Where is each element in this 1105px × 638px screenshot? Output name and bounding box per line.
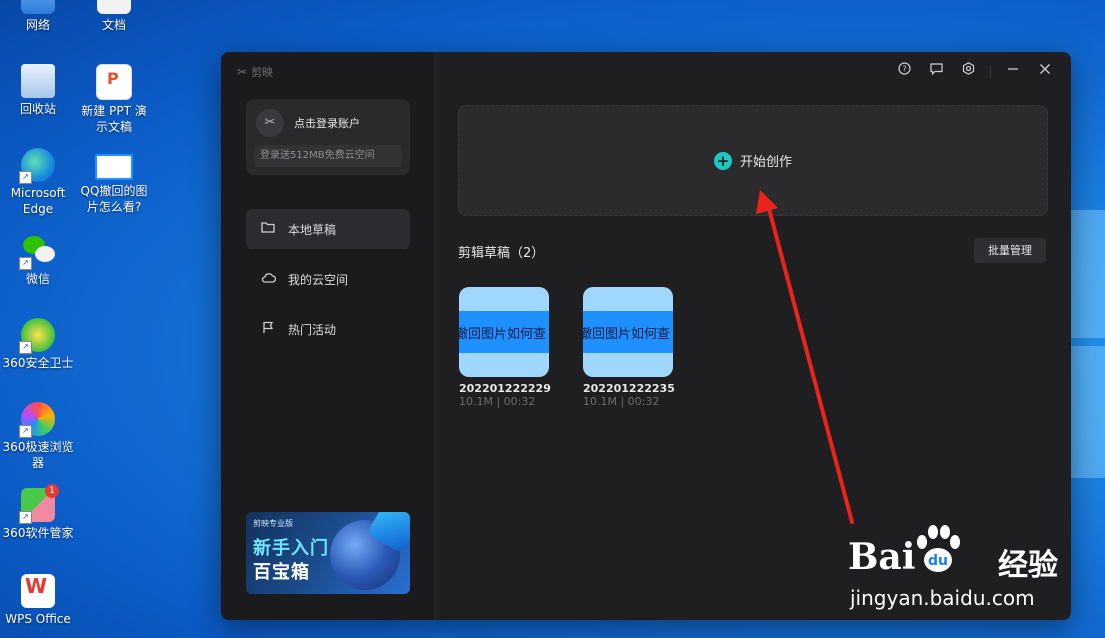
- nav-item-label: 我的云空间: [288, 272, 349, 287]
- nav-item-label: 热门活动: [288, 322, 337, 337]
- jianying-logo-icon: ✂: [237, 65, 248, 79]
- settings-icon[interactable]: [952, 62, 984, 82]
- desktop-icon-label: 360安全卫士: [2, 356, 74, 370]
- draft-meta: 10.1M | 00:32: [459, 395, 536, 408]
- desktop-icon-label: 新建 PPT 演示文稿: [81, 104, 147, 134]
- logo-pane-top: [1065, 210, 1105, 338]
- close-icon[interactable]: [1029, 62, 1061, 82]
- desktop-icon-wps[interactable]: W WPS Office: [0, 574, 76, 627]
- sidebar: ✂ 剪映 ✂ 点击登录账户 登录送512MB免费云空间 本地草稿 我的云空间 热…: [221, 52, 436, 620]
- baidu-paw-logo-icon: du: [917, 525, 960, 572]
- windows-logo-decoration: [1065, 210, 1105, 480]
- desktop-icon-recycle-bin[interactable]: 回收站: [0, 64, 76, 117]
- banner-title-line1: 新手入门: [253, 538, 329, 559]
- edge-browser-icon: ↗: [19, 148, 55, 184]
- baidu-jingyan-watermark: du Bai 经验 jingyan.baidu.com: [848, 518, 1098, 618]
- minimize-icon[interactable]: [997, 62, 1029, 82]
- help-icon[interactable]: ?: [888, 62, 920, 82]
- cloud-icon: [260, 272, 276, 287]
- avatar-icon[interactable]: ✂: [256, 109, 284, 137]
- shortcut-arrow-icon: ↗: [19, 341, 32, 354]
- desktop-icon-360-security[interactable]: ↗ 360安全卫士: [0, 318, 76, 371]
- account-card[interactable]: ✂ 点击登录账户 登录送512MB免费云空间: [246, 99, 410, 175]
- beginner-guide-banner[interactable]: 剪映专业版 新手入门 百宝箱: [246, 512, 410, 594]
- network-icon: [21, 0, 55, 14]
- notification-badge: 1: [45, 484, 59, 498]
- draft-meta: 10.1M | 00:32: [583, 395, 660, 408]
- login-link[interactable]: 点击登录账户: [294, 115, 360, 131]
- desktop-icon-360-browser[interactable]: ↗ 360极速浏览器: [0, 402, 76, 471]
- desktop-icon-documents[interactable]: 文档: [76, 0, 152, 33]
- flag-icon: [260, 321, 276, 338]
- shortcut-arrow-icon: ↗: [19, 511, 32, 524]
- desktop-icon-wechat[interactable]: ↗ 微信: [0, 234, 76, 287]
- wechat-icon: ↗: [19, 234, 55, 270]
- draft-name: 202201222229: [459, 382, 551, 395]
- draft-name: 202201222235: [583, 382, 675, 395]
- desktop-icon-label: 微信: [25, 272, 50, 286]
- nav-item-hot-events[interactable]: 热门活动: [246, 309, 410, 349]
- watermark-url: jingyan.baidu.com: [850, 586, 1035, 610]
- svg-text:?: ?: [902, 65, 906, 74]
- image-file-icon: [95, 154, 133, 180]
- desktop-icon-label: Microsoft Edge: [10, 186, 66, 216]
- draft-card[interactable]: 撤回图片如何查 202201222229 10.1M | 00:32: [459, 287, 569, 408]
- 360-browser-icon: ↗: [19, 402, 55, 438]
- watermark-brand: Bai: [848, 536, 916, 578]
- nav-item-local-drafts[interactable]: 本地草稿: [246, 209, 410, 249]
- desktop-icon-360-software[interactable]: 1 ↗ 360软件管家: [0, 484, 76, 541]
- 360-security-icon: ↗: [19, 318, 55, 354]
- nav-item-label: 本地草稿: [288, 222, 337, 237]
- window-toolbar: ?: [888, 62, 1061, 82]
- desktop-icon-edge[interactable]: ↗ Microsoft Edge: [0, 148, 76, 217]
- desktop-icon-qq-image[interactable]: QQ撤回的图片怎么看?: [76, 148, 152, 215]
- feedback-icon[interactable]: [920, 62, 952, 82]
- wps-office-icon: W: [21, 574, 55, 608]
- watermark-brand-cn: 经验: [998, 548, 1058, 583]
- drafts-section-title: 剪辑草稿（2）: [458, 246, 545, 261]
- start-creating-button[interactable]: + 开始创作: [458, 105, 1048, 216]
- thumbnail-text: 撤回图片如何查: [583, 327, 671, 342]
- shortcut-arrow-icon: ↗: [19, 257, 32, 270]
- desktop-icon-label: WPS Office: [5, 612, 71, 626]
- desktop-icon-label: 回收站: [19, 102, 56, 116]
- desktop-icon-label: 360软件管家: [2, 526, 74, 540]
- recycle-bin-icon: [21, 64, 55, 98]
- 360-software-manager-icon: 1 ↗: [19, 484, 59, 524]
- batch-manage-button[interactable]: 批量管理: [974, 238, 1046, 263]
- desktop-icon-new-ppt[interactable]: P 新建 PPT 演示文稿: [76, 64, 152, 135]
- shortcut-arrow-icon: ↗: [19, 171, 32, 184]
- app-brand: ✂ 剪映: [237, 64, 273, 80]
- desktop-icon-network[interactable]: 网络: [0, 0, 76, 33]
- toolbar-divider: [990, 66, 991, 78]
- desktop-icon-label: 360极速浏览器: [2, 440, 74, 470]
- draft-thumbnail[interactable]: 撤回图片如何查: [583, 287, 673, 377]
- shortcut-arrow-icon: ↗: [19, 425, 32, 438]
- desktop-icon-label: 文档: [101, 18, 126, 32]
- desktop-icon-label: 网络: [25, 18, 50, 32]
- cloud-promo[interactable]: 登录送512MB免费云空间: [254, 145, 402, 167]
- document-icon: [97, 0, 131, 14]
- plus-icon: +: [713, 151, 732, 170]
- ppt-file-icon: P: [96, 64, 132, 100]
- app-brand-label: 剪映: [251, 66, 274, 79]
- draft-card[interactable]: 撤回图片如何查 202201222235 10.1M | 00:32: [583, 287, 693, 408]
- logo-pane-bottom: [1065, 346, 1105, 478]
- start-creating-label: 开始创作: [739, 155, 792, 170]
- svg-text:du: du: [928, 553, 948, 569]
- draft-thumbnail[interactable]: 撤回图片如何查: [459, 287, 549, 377]
- nav-item-cloud-space[interactable]: 我的云空间: [246, 259, 410, 299]
- folder-icon: [260, 221, 276, 237]
- banner-title-line2: 百宝箱: [253, 562, 310, 583]
- desktop-icon-label: QQ撤回的图片怎么看?: [80, 184, 148, 214]
- banner-brandline: 剪映专业版: [253, 519, 293, 528]
- thumbnail-text: 撤回图片如何查: [459, 327, 547, 342]
